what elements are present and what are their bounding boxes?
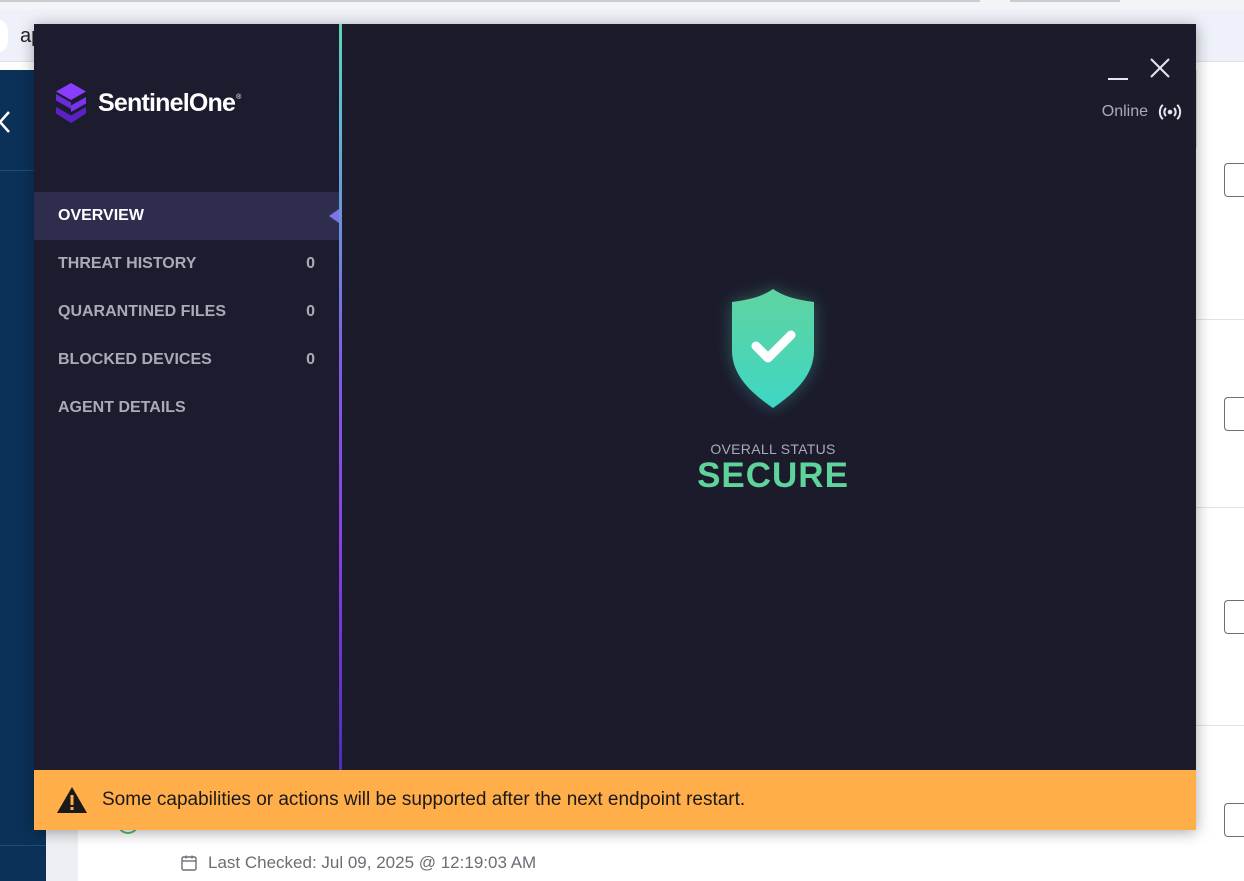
sidebar: SentinelOne® OVERVIEW THREAT HISTORY 0 Q…: [34, 24, 339, 770]
address-bar-pill: [0, 18, 8, 54]
sentinelone-agent-window: SentinelOne® OVERVIEW THREAT HISTORY 0 Q…: [34, 24, 1196, 830]
minimize-button[interactable]: [1106, 58, 1134, 84]
background-checkbox[interactable]: [1224, 397, 1244, 431]
last-checked: Last Checked: Jul 09, 2025 @ 12:19:03 AM: [180, 851, 536, 875]
background-checkbox[interactable]: [1224, 803, 1244, 837]
active-pointer-icon: [329, 209, 339, 223]
brand-name: SentinelOne®: [98, 88, 241, 117]
banner-message: Some capabilities or actions will be sup…: [102, 789, 746, 810]
sidebar-item-label: THREAT HISTORY: [58, 255, 197, 272]
window-controls: [1106, 56, 1196, 86]
sidebar-item-agent-details[interactable]: AGENT DETAILS: [34, 384, 339, 432]
online-signal-icon: [1158, 104, 1182, 120]
sidebar-item-quarantined-files[interactable]: QUARANTINED FILES 0: [34, 288, 339, 336]
calendar-icon: [181, 855, 197, 871]
sidebar-item-blocked-devices[interactable]: BLOCKED DEVICES 0: [34, 336, 339, 384]
sidebar-item-threat-history[interactable]: THREAT HISTORY 0: [34, 240, 339, 288]
sidebar-item-count: 0: [306, 303, 315, 320]
sentinelone-logo-icon: [56, 83, 86, 123]
sidebar-item-label: OVERVIEW: [58, 207, 144, 224]
overview-panel: Online OVERALL STATUS SECURE: [342, 24, 1196, 770]
sidebar-item-label: AGENT DETAILS: [58, 399, 186, 416]
minimize-icon: [1108, 78, 1128, 80]
last-checked-text: Last Checked: Jul 09, 2025 @ 12:19:03 AM: [208, 853, 537, 872]
sidebar-item-label: QUARANTINED FILES: [58, 303, 226, 320]
sidebar-item-count: 0: [306, 255, 315, 272]
browser-top-strip: [0, 0, 1244, 10]
sidebar-item-label: BLOCKED DEVICES: [58, 351, 212, 368]
background-checkbox[interactable]: [1224, 600, 1244, 634]
shield-check-icon: [714, 282, 832, 412]
sidebar-item-count: 0: [306, 351, 315, 368]
warning-icon: [57, 787, 87, 813]
overall-status-label: OVERALL STATUS: [710, 441, 836, 457]
chevron-left-icon[interactable]: [0, 108, 16, 136]
sidebar-nav: OVERVIEW THREAT HISTORY 0 QUARANTINED FI…: [34, 192, 339, 432]
overall-status-value: SECURE: [697, 456, 849, 495]
restart-warning-banner: Some capabilities or actions will be sup…: [34, 770, 1196, 830]
close-icon: [1150, 58, 1170, 78]
connection-status-text: Online: [1101, 103, 1148, 120]
background-checkbox[interactable]: [1224, 163, 1244, 197]
brand-logo: SentinelOne®: [54, 82, 241, 124]
sidebar-item-overview[interactable]: OVERVIEW: [34, 192, 339, 240]
close-button[interactable]: [1148, 56, 1176, 84]
connection-status: Online: [1102, 100, 1182, 124]
